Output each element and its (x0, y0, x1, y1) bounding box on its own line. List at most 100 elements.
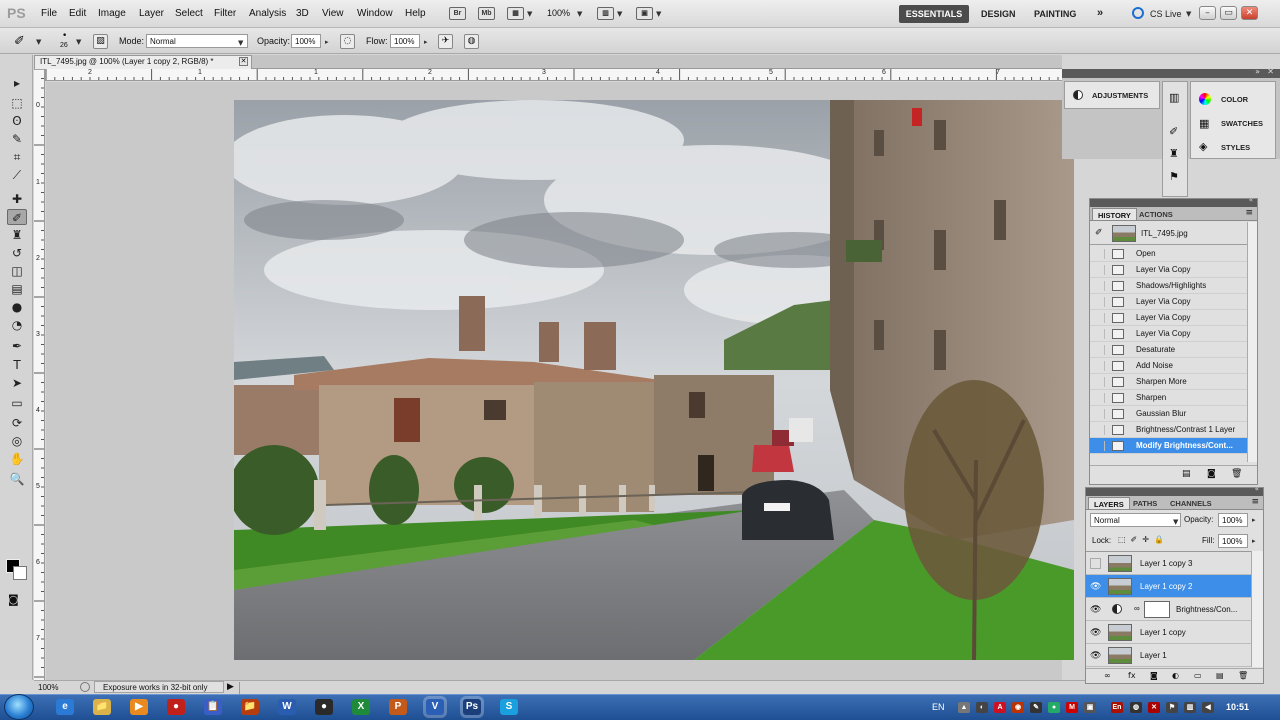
zoom-level[interactable]: 100% (547, 8, 570, 18)
tray-icon[interactable]: ◉ (1012, 702, 1024, 713)
chevron-down-icon[interactable]: ▼ (238, 39, 243, 47)
chevron-down-icon[interactable]: ▼ (577, 10, 582, 18)
chevron-down-icon[interactable]: ▼ (527, 10, 532, 18)
history-source-checkbox[interactable] (1095, 249, 1105, 259)
history-state[interactable]: Layer Via Copy (1090, 310, 1247, 326)
blend-mode-select[interactable]: Normal (1090, 513, 1181, 527)
brush-tool-icon[interactable]: ✐ (7, 209, 27, 225)
tray-icon[interactable]: ▣ (1084, 702, 1096, 713)
vegas-icon[interactable]: V (426, 699, 444, 715)
tab-actions[interactable]: ACTIONS (1134, 208, 1178, 220)
horizontal-scrollbar[interactable] (239, 682, 1065, 694)
menu-layer[interactable]: Layer (139, 8, 164, 19)
history-source-checkbox[interactable] (1095, 393, 1105, 403)
history-state[interactable]: Modify Brightness/Cont... (1090, 438, 1247, 454)
status-zoom[interactable]: 100% (38, 683, 58, 692)
tray-icon[interactable]: A (994, 702, 1006, 713)
more-workspaces-icon[interactable]: » (1097, 7, 1103, 19)
tray-icon[interactable]: ◐ (976, 702, 988, 713)
layer-row[interactable]: 👁 Layer 1 (1086, 644, 1251, 667)
pen-tool-icon[interactable]: ✒ (7, 338, 27, 354)
healing-brush-tool-icon[interactable]: ✚ (7, 191, 27, 207)
marquee-tool-icon[interactable]: ⬚ (7, 95, 27, 111)
tab-paths[interactable]: PATHS (1128, 497, 1162, 509)
menu-3d[interactable]: 3D (296, 8, 309, 19)
visibility-eye-icon[interactable] (1090, 558, 1101, 569)
new-document-from-state-icon[interactable]: ▤ (1182, 469, 1191, 479)
trash-icon[interactable]: 🗑 (1238, 671, 1248, 680)
opacity-slider-toggle[interactable]: ▸ (325, 38, 329, 46)
quick-select-tool-icon[interactable]: ✎ (7, 131, 27, 147)
path-select-tool-icon[interactable]: ➤ (7, 375, 27, 391)
network-icon[interactable]: ▥ (1184, 702, 1196, 713)
panel-menu-icon[interactable]: ≡ (1245, 208, 1253, 218)
save-icon[interactable]: 📋 (204, 699, 222, 715)
history-state[interactable]: Desaturate (1090, 342, 1247, 358)
styles-panel-label[interactable]: STYLES (1221, 143, 1250, 152)
close-icon[interactable]: ✕ (1267, 67, 1274, 76)
crop-tool-icon[interactable]: ⌗ (7, 149, 27, 165)
workspace-design[interactable]: DESIGN (981, 9, 1016, 19)
eraser-tool-icon[interactable]: ◫ (7, 263, 27, 279)
brush-tip-icon[interactable]: • (62, 31, 67, 41)
history-state[interactable]: Layer Via Copy (1090, 326, 1247, 342)
excel-icon[interactable]: X (352, 699, 370, 715)
history-state[interactable]: Layer Via Copy (1090, 294, 1247, 310)
layer-row[interactable]: 👁 Layer 1 copy 2 (1086, 575, 1251, 598)
history-scrollbar[interactable] (1247, 222, 1257, 462)
history-state[interactable]: Sharpen (1090, 390, 1247, 406)
collapse-icon[interactable]: » (1255, 67, 1260, 76)
menu-edit[interactable]: Edit (69, 8, 86, 19)
history-source-checkbox[interactable] (1095, 345, 1105, 355)
collapse-icon[interactable]: « (1255, 485, 1259, 493)
chevron-down-icon[interactable]: ▼ (656, 10, 661, 18)
ie-icon[interactable]: e (56, 699, 74, 715)
trash-icon[interactable]: 🗑 (1231, 469, 1242, 479)
swatches-panel-label[interactable]: SWATCHES (1221, 119, 1263, 128)
obs-icon[interactable]: ● (315, 699, 333, 715)
document-image[interactable] (234, 100, 1074, 660)
color-panel-label[interactable]: COLOR (1221, 95, 1248, 104)
mode-select[interactable]: Normal (146, 34, 248, 48)
tray-icon[interactable]: ◍ (1130, 702, 1142, 713)
workspace-essentials[interactable]: ESSENTIALS (899, 5, 969, 23)
opacity-field[interactable]: 100% (291, 34, 321, 48)
powerpoint-icon[interactable]: P (389, 699, 407, 715)
eyedropper-tool-icon[interactable]: ⟋ (7, 167, 27, 183)
history-state[interactable]: Open (1090, 246, 1247, 262)
language-indicator[interactable]: EN (932, 702, 945, 712)
flow-field[interactable]: 100% (390, 34, 420, 48)
explorer-icon[interactable]: 📁 (93, 699, 111, 715)
view-extras-icon[interactable]: ▦ (507, 7, 524, 20)
history-brush-source-icon[interactable]: ✐ (1095, 228, 1103, 238)
start-button[interactable] (4, 694, 34, 720)
history-brush-tool-icon[interactable]: ↺ (7, 245, 27, 261)
adjustments-panel-button[interactable]: ADJUSTMENTS (1064, 81, 1160, 109)
panel-menu-icon[interactable]: ≡ (1251, 497, 1259, 507)
chevron-down-icon[interactable]: ▼ (76, 38, 81, 46)
pressure-opacity-icon[interactable]: ◌ (340, 34, 355, 49)
bridge-button[interactable]: Br (449, 7, 466, 20)
tray-icon[interactable]: En (1111, 702, 1123, 713)
layer-row[interactable]: 👁 Layer 1 copy (1086, 621, 1251, 644)
history-snapshot[interactable]: ✐ ITL_7495.jpg (1090, 222, 1247, 245)
cs-live-icon[interactable] (1132, 7, 1144, 19)
media-player-icon[interactable]: ▶ (130, 699, 148, 715)
menu-analysis[interactable]: Analysis (249, 8, 286, 19)
workspace-painting[interactable]: PAINTING (1034, 9, 1076, 19)
3d-orbit-tool-icon[interactable]: ◎ (7, 433, 27, 449)
dodge-tool-icon[interactable]: ◔ (7, 317, 27, 333)
tab-history[interactable]: HISTORY (1092, 208, 1137, 220)
history-source-checkbox[interactable] (1095, 441, 1105, 451)
blur-tool-icon[interactable]: ● (7, 299, 27, 315)
flow-slider-toggle[interactable]: ▸ (424, 38, 428, 46)
pressure-size-icon[interactable]: ◍ (464, 34, 479, 49)
layer-mask-icon[interactable]: ◙ (1150, 671, 1158, 680)
photoshop-icon[interactable]: Ps (463, 699, 481, 715)
cs-live-label[interactable]: CS Live (1150, 9, 1182, 19)
document-tab[interactable]: ITL_7495.jpg @ 100% (Layer 1 copy 2, RGB… (34, 55, 252, 69)
tray-icon[interactable]: ▲ (958, 702, 970, 713)
hand-tool-icon[interactable]: ✋ (7, 451, 27, 467)
lasso-tool-icon[interactable]: ʘ (7, 113, 27, 129)
screen-mode-icon[interactable]: ▣ (636, 7, 653, 20)
